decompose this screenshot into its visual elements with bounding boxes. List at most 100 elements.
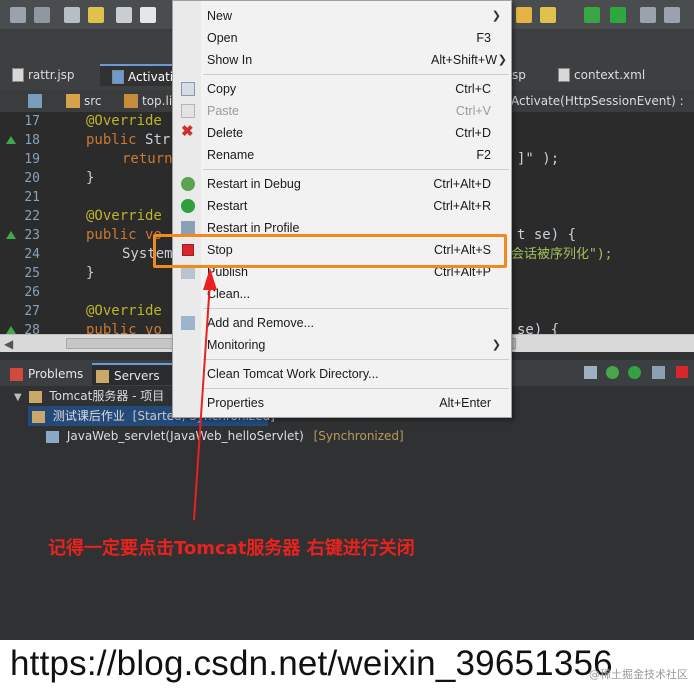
tab-label: Problems xyxy=(28,367,84,381)
debug-icon[interactable] xyxy=(584,7,600,23)
menu-label: Monitoring xyxy=(207,338,266,352)
profile-icon xyxy=(181,221,195,235)
menu-item-clean-tomcat[interactable]: Clean Tomcat Work Directory... xyxy=(173,363,511,385)
server-view-toolbar xyxy=(580,364,692,382)
code-line: } xyxy=(86,265,95,281)
menu-item-add-remove[interactable]: Add and Remove... xyxy=(173,312,511,334)
menu-shortcut: Ctrl+V xyxy=(455,104,491,118)
menu-separator xyxy=(203,169,509,170)
menu-item-monitoring[interactable]: Monitoring ❯ xyxy=(173,334,511,356)
menu-item-open[interactable]: Open F3 xyxy=(173,27,511,49)
breadcrumb-src[interactable]: src xyxy=(84,90,102,112)
tab-activation-java[interactable]: Activatio xyxy=(100,64,180,86)
next-annotation-icon[interactable] xyxy=(34,7,50,23)
tomcat-server-icon xyxy=(32,410,45,423)
code-line: @Override xyxy=(86,208,162,224)
delete-icon: ✖ xyxy=(181,123,194,140)
wrench-icon[interactable] xyxy=(540,7,556,23)
settings-icon[interactable] xyxy=(664,7,680,23)
project-icon xyxy=(28,94,42,108)
edit-icon[interactable] xyxy=(140,7,156,23)
line-number: 17 xyxy=(24,114,40,129)
menu-label: Copy xyxy=(207,82,237,96)
xml-file-icon xyxy=(558,68,570,82)
tab-problems[interactable]: Problems xyxy=(6,363,90,385)
menu-shortcut: F3 xyxy=(476,31,491,45)
debug-server-icon[interactable] xyxy=(606,366,619,379)
run-icon[interactable] xyxy=(610,7,626,23)
start-server-icon[interactable] xyxy=(628,366,641,379)
stop-server-icon[interactable] xyxy=(676,366,688,378)
code-line: public Str xyxy=(86,131,170,150)
code-line: public vo xyxy=(86,226,162,245)
menu-item-clean[interactable]: Clean... xyxy=(173,283,511,305)
tab-jsp[interactable]: sp xyxy=(512,64,542,86)
jsp-file-icon xyxy=(12,68,24,82)
code-text: Str xyxy=(145,132,171,148)
tab-context-xml[interactable]: context.xml xyxy=(546,64,666,86)
line-number: 25 xyxy=(24,266,40,281)
problems-icon xyxy=(10,368,23,381)
server-label: Tomcat服务器 - 项目 xyxy=(49,389,165,403)
tomcat-server-icon xyxy=(28,390,42,403)
context-menu: New ❯ Open F3 Show In Alt+Shift+W ❯ Copy… xyxy=(172,0,512,418)
menu-item-copy[interactable]: Copy Ctrl+C xyxy=(173,78,511,100)
submenu-arrow-icon: ❯ xyxy=(497,54,507,66)
link-icon[interactable] xyxy=(116,7,132,23)
override-marker-icon xyxy=(6,326,16,334)
override-marker-icon xyxy=(6,231,16,239)
menu-label: Add and Remove... xyxy=(207,316,315,330)
menu-label: Rename xyxy=(207,148,255,162)
module-status: [Synchronized] xyxy=(313,429,404,443)
menu-label: Clean Tomcat Work Directory... xyxy=(207,367,379,381)
tool-icon[interactable] xyxy=(640,7,656,23)
menu-item-new[interactable]: New ❯ xyxy=(173,5,511,27)
code-line: @Override xyxy=(86,113,162,129)
list-icon[interactable] xyxy=(64,7,80,23)
line-number: 24 xyxy=(24,247,40,262)
profile-server-icon[interactable] xyxy=(652,366,665,379)
menu-shortcut: F2 xyxy=(476,148,491,162)
open-folder-icon[interactable] xyxy=(516,7,532,23)
tab-rattr-jsp[interactable]: rattr.jsp xyxy=(0,64,96,86)
redo-icon[interactable] xyxy=(10,7,26,23)
menu-item-properties[interactable]: Properties Alt+Enter xyxy=(173,392,511,414)
tab-servers[interactable]: Servers xyxy=(92,363,172,385)
menu-item-restart-debug[interactable]: Restart in Debug Ctrl+Alt+D xyxy=(173,173,511,195)
watermark: @稀土掘金技术社区 xyxy=(589,668,688,681)
line-number: 19 xyxy=(24,152,40,167)
submenu-arrow-icon: ❯ xyxy=(491,10,501,22)
menu-item-show-in[interactable]: Show In Alt+Shift+W ❯ xyxy=(173,49,511,71)
run-icon xyxy=(181,199,195,213)
copy-icon xyxy=(181,82,195,96)
scroll-left-icon[interactable]: ◀ xyxy=(4,337,13,351)
menu-shortcut: Ctrl+C xyxy=(455,82,491,96)
annotation-icon[interactable] xyxy=(88,7,104,23)
menu-label: Show In xyxy=(207,53,253,67)
server-row[interactable]: ▼ Tomcat服务器 - 项目 xyxy=(14,386,174,406)
menu-item-delete[interactable]: ✖ Delete Ctrl+D xyxy=(173,122,511,144)
line-number: 21 xyxy=(24,190,40,205)
menu-separator xyxy=(203,388,509,389)
line-number: 20 xyxy=(24,171,40,186)
expand-icon[interactable]: ▼ xyxy=(14,392,22,403)
override-marker-icon xyxy=(6,136,16,144)
menu-label: Delete xyxy=(207,126,244,140)
code-line: return xyxy=(122,151,173,167)
breadcrumb-top[interactable]: top.li xyxy=(142,90,172,112)
module-row[interactable]: JavaWeb_servlet(JavaWeb_helloServlet) [S… xyxy=(46,426,406,446)
stop-highlight-box xyxy=(153,234,507,268)
collapse-icon[interactable] xyxy=(584,366,597,379)
annotation-text: 记得一定要点击Tomcat服务器 右键进行关闭 xyxy=(48,538,415,559)
code-line: } xyxy=(86,170,95,186)
menu-separator xyxy=(203,74,509,75)
add-remove-icon xyxy=(181,316,195,330)
url-caption: https://blog.csdn.net/weixin_39651356 xyxy=(10,644,613,683)
server-label: 测试课后作业 xyxy=(52,409,125,423)
menu-item-rename[interactable]: Rename F2 xyxy=(173,144,511,166)
menu-item-restart[interactable]: Restart Ctrl+Alt+R xyxy=(173,195,511,217)
menu-label: Open xyxy=(207,31,238,45)
menu-shortcut: Alt+Enter xyxy=(439,396,491,410)
menu-label: Clean... xyxy=(207,287,251,301)
tab-label: rattr.jsp xyxy=(28,68,75,82)
